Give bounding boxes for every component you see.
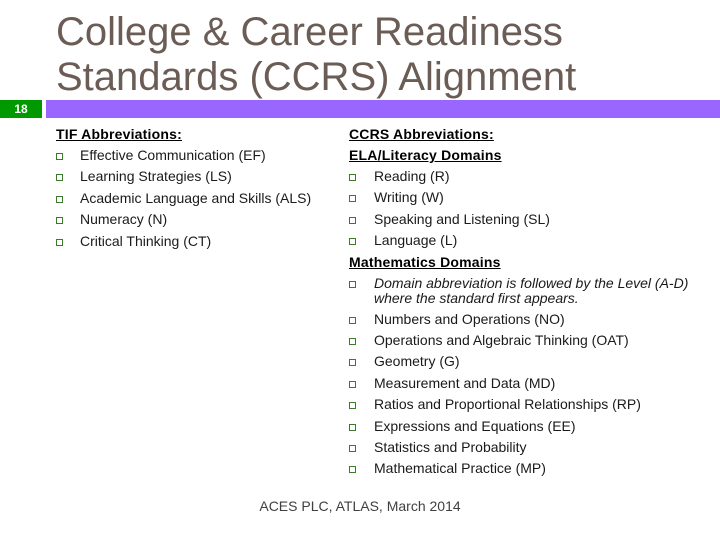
- note-text: Domain abbreviation is followed by the L…: [374, 274, 689, 306]
- square-bullet-icon: [349, 174, 356, 181]
- square-bullet-icon: [349, 280, 356, 288]
- list-item-text: Ratios and Proportional Relationships (R…: [374, 396, 641, 413]
- list-item: Mathematical Practice (MP): [349, 458, 689, 479]
- square-bullet-icon: [349, 380, 356, 388]
- list-item-text: Mathematical Practice (MP): [374, 460, 546, 477]
- ela-domains-heading: ELA/Literacy Domains: [349, 147, 502, 163]
- list-item-text: Writing (W): [374, 189, 444, 206]
- title-line-1: College & Career Readiness: [56, 10, 563, 54]
- list-item: Operations and Algebraic Thinking (OAT): [349, 330, 689, 351]
- list-item: Expressions and Equations (EE): [349, 416, 689, 437]
- square-bullet-icon: [56, 174, 63, 182]
- square-bullet-icon: [56, 153, 63, 160]
- slide-footer: ACES PLC, ATLAS, March 2014: [259, 498, 461, 514]
- ela-list: Reading (R) Writing (W) Speaking and Lis…: [349, 166, 689, 252]
- tif-list: Effective Communication (EF) Learning St…: [56, 145, 341, 252]
- slide-number: 18: [0, 100, 42, 118]
- list-item-text: Effective Communication (EF): [80, 147, 266, 163]
- list-item-text: Speaking and Listening (SL): [374, 210, 550, 227]
- square-bullet-icon: [349, 445, 356, 453]
- list-item: Geometry (G): [349, 351, 689, 372]
- list-item: Reading (R): [349, 166, 689, 187]
- title-accent-bar: [46, 100, 720, 118]
- math-note: Domain abbreviation is followed by the L…: [349, 273, 689, 309]
- list-item-text: Academic Language and Skills (ALS): [80, 189, 312, 206]
- list-item-text: Statistics and Probability: [374, 439, 527, 456]
- square-bullet-icon: [349, 423, 356, 431]
- list-item: Critical Thinking (CT): [56, 231, 341, 252]
- list-item-text: Numeracy (N): [80, 211, 168, 228]
- ccrs-heading: CCRS Abbreviations:: [349, 126, 494, 142]
- square-bullet-icon: [349, 338, 356, 346]
- title-line-2: Standards (CCRS) Alignment: [56, 55, 577, 99]
- list-item: Ratios and Proportional Relationships (R…: [349, 394, 689, 415]
- square-bullet-icon: [56, 195, 63, 203]
- square-bullet-icon: [349, 238, 356, 246]
- list-item: Academic Language and Skills (ALS): [56, 188, 341, 209]
- list-item-text: Measurement and Data (MD): [374, 374, 556, 391]
- tif-heading: TIF Abbreviations:: [56, 126, 182, 142]
- list-item: Numbers and Operations (NO): [349, 309, 689, 330]
- list-item: Statistics and Probability: [349, 437, 689, 458]
- list-item: Language (L): [349, 230, 689, 251]
- square-bullet-icon: [349, 316, 356, 324]
- square-bullet-icon: [349, 466, 356, 474]
- tif-abbreviations-column: TIF Abbreviations: Effective Communicati…: [56, 124, 341, 252]
- list-item: Measurement and Data (MD): [349, 373, 689, 394]
- square-bullet-icon: [349, 402, 356, 410]
- square-bullet-icon: [349, 216, 356, 224]
- square-bullet-icon: [349, 195, 356, 203]
- list-item: Effective Communication (EF): [56, 145, 341, 166]
- list-item-text: Learning Strategies (LS): [80, 168, 232, 185]
- list-item-text: Numbers and Operations (NO): [374, 310, 565, 327]
- list-item: Learning Strategies (LS): [56, 166, 341, 187]
- square-bullet-icon: [56, 238, 63, 246]
- list-item: Speaking and Listening (SL): [349, 209, 689, 230]
- list-item: Writing (W): [349, 187, 689, 208]
- slide-title: College & Career Readiness Standards (CC…: [56, 10, 696, 100]
- list-item-text: Geometry (G): [374, 353, 460, 370]
- list-item-text: Language (L): [374, 232, 458, 249]
- square-bullet-icon: [349, 359, 356, 367]
- list-item: Numeracy (N): [56, 209, 341, 230]
- ccrs-abbreviations-column: CCRS Abbreviations: ELA/Literacy Domains…: [349, 124, 689, 480]
- square-bullet-icon: [56, 217, 63, 225]
- list-item-text: Reading (R): [374, 168, 450, 184]
- math-domains-heading: Mathematics Domains: [349, 253, 501, 270]
- math-list: Domain abbreviation is followed by the L…: [349, 273, 689, 480]
- list-item-text: Critical Thinking (CT): [80, 232, 212, 249]
- list-item-text: Operations and Algebraic Thinking (OAT): [374, 332, 629, 349]
- list-item-text: Expressions and Equations (EE): [374, 417, 576, 434]
